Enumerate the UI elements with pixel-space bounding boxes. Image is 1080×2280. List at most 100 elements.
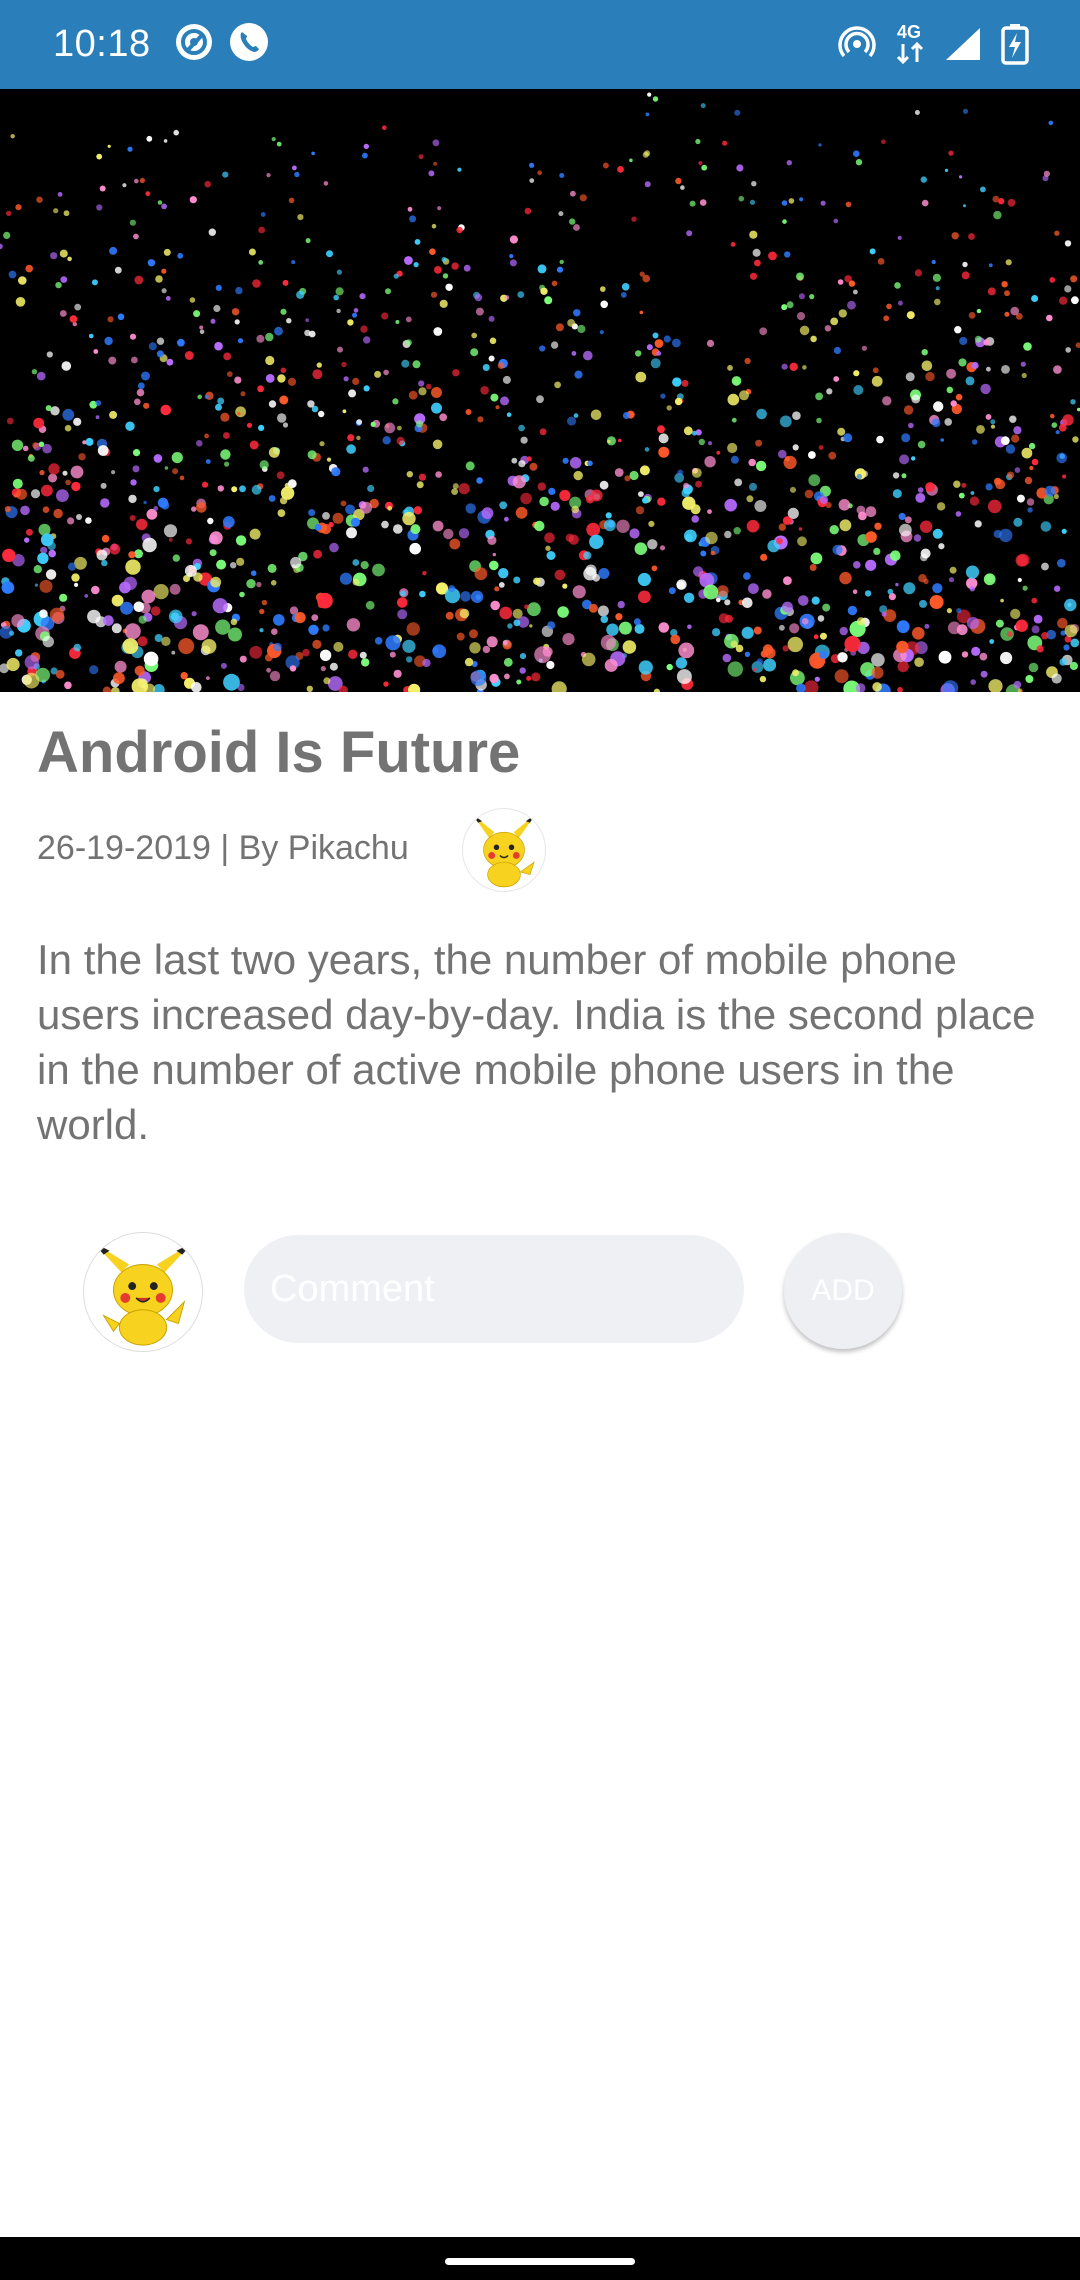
confetti-dot [1054,585,1061,592]
confetti-dot [759,327,768,336]
confetti-dot [441,256,447,263]
confetti-dot [733,527,741,535]
confetti-dot [782,645,789,652]
confetti-dot [347,319,354,326]
confetti-dot [258,260,264,265]
confetti-dot [265,374,275,383]
confetti-dot [214,341,223,351]
confetti-dot [134,665,145,676]
confetti-dot [311,614,319,621]
confetti-dot [600,300,608,309]
confetti-dot [109,410,118,419]
confetti-dot [1072,436,1079,443]
confetti-dot [569,457,582,469]
confetti-dot [1028,662,1039,673]
confetti-dot [622,640,637,654]
confetti-dot [39,470,45,476]
confetti-dot [410,524,421,535]
confetti-dot [333,294,340,301]
confetti-dot [932,273,942,282]
confetti-dot [1031,625,1040,634]
confetti-dot [85,437,94,446]
confetti-dot [913,534,922,542]
confetti-dot [287,377,297,386]
confetti-dot [1059,658,1067,666]
confetti-dot [1009,415,1017,423]
confetti-dot [914,657,924,667]
confetti-dot [464,657,474,667]
confetti-dot [204,394,209,399]
confetti-dot [374,370,382,378]
confetti-dot [730,242,736,247]
confetti-dot [567,319,575,327]
confetti-dot [345,504,355,515]
confetti-dot [518,424,525,432]
confetti-dot [776,537,783,545]
confetti-dot [313,549,322,559]
confetti-dot [469,629,478,639]
confetti-dot [786,160,792,166]
confetti-dot [294,612,306,624]
confetti-dot [504,673,510,680]
confetti-dot [256,334,265,343]
confetti-dot [585,564,597,576]
confetti-dot [316,362,322,368]
confetti-dot [265,355,275,366]
confetti-dot [201,639,217,654]
confetti-dot [469,642,481,654]
confetti-dot [931,418,941,428]
confetti-dot [431,387,442,398]
confetti-dot [279,395,289,405]
confetti-dot [452,483,459,490]
confetti-dot [312,639,322,650]
confetti-dot [838,499,851,511]
confetti-dot [132,465,140,473]
confetti-dot [412,360,421,369]
confetti-dot [881,139,886,145]
confetti-dot [873,547,881,555]
confetti-dot [147,259,156,267]
confetti-dot [956,608,962,614]
confetti-dot [307,400,315,408]
confetti-dot [111,470,116,475]
confetti-dot [886,303,892,310]
confetti-dot [906,311,915,320]
confetti-dot [15,649,23,657]
confetti-dot [1010,306,1019,316]
confetti-dot [1064,285,1072,293]
confetti-dot [266,173,271,178]
confetti-dot [856,505,866,515]
confetti-dot [1020,361,1026,367]
confetti-dot [779,415,792,428]
confetti-dot [184,351,194,360]
confetti-dot [581,652,596,667]
home-handle[interactable] [445,2258,635,2265]
confetti-dot [809,564,817,571]
confetti-dot [332,512,344,524]
confetti-dot [756,658,763,665]
confetti-dot [432,439,443,450]
confetti-dot [348,649,358,659]
confetti-dot [120,601,134,615]
confetti-dot [177,252,184,259]
confetti-dot [76,514,82,520]
confetti-dot [959,336,968,346]
confetti-dot [1044,485,1056,497]
confetti-dot [314,524,322,531]
confetti-dot [958,492,965,499]
confetti-dot [968,312,976,319]
confetti-dot [813,634,819,640]
confetti-dot [93,349,99,354]
confetti-dot [36,196,43,203]
comment-input[interactable] [244,1235,744,1343]
confetti-dot [385,288,391,295]
confetti-dot [670,634,681,645]
confetti-dot [60,276,68,283]
confetti-dot [57,192,63,197]
confetti-dot [274,326,283,336]
add-comment-button[interactable]: ADD [784,1233,902,1349]
confetti-dot [6,210,12,217]
confetti-dot [749,199,756,205]
confetti-dot [533,577,541,585]
confetti-dot [407,206,413,212]
